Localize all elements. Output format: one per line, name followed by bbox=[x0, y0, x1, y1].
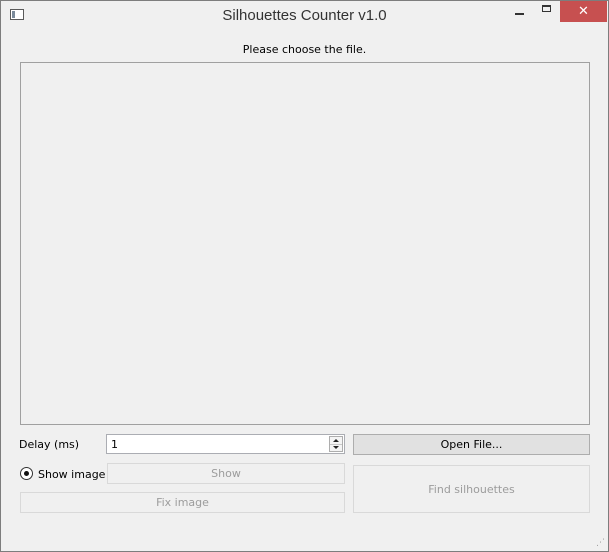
resize-grip-icon[interactable]: ⋰ bbox=[595, 538, 605, 548]
delay-value[interactable]: 1 bbox=[111, 438, 118, 451]
title-bar[interactable]: Silhouettes Counter v1.0 ✕ bbox=[1, 1, 608, 31]
close-button[interactable]: ✕ bbox=[560, 1, 607, 22]
delay-spinbox[interactable]: 1 bbox=[106, 434, 345, 454]
fix-image-button[interactable]: Fix image bbox=[20, 492, 345, 513]
maximize-button[interactable] bbox=[533, 1, 559, 22]
delay-label: Delay (ms) bbox=[19, 438, 80, 451]
radio-selected-dot bbox=[24, 471, 29, 476]
spin-arrows bbox=[329, 436, 343, 452]
image-display-area bbox=[20, 62, 590, 425]
open-file-button[interactable]: Open File... bbox=[353, 434, 590, 455]
app-window: Silhouettes Counter v1.0 ✕ Please choose… bbox=[0, 0, 609, 552]
show-image-radio[interactable] bbox=[20, 467, 33, 480]
show-button[interactable]: Show bbox=[107, 463, 345, 484]
show-image-label[interactable]: Show image bbox=[38, 468, 105, 481]
status-label: Please choose the file. bbox=[242, 43, 367, 56]
close-icon: ✕ bbox=[578, 4, 589, 19]
find-silhouettes-button[interactable]: Find silhouettes bbox=[353, 465, 590, 513]
minimize-button[interactable] bbox=[506, 1, 532, 22]
spin-down-arrow-icon[interactable] bbox=[330, 444, 342, 451]
